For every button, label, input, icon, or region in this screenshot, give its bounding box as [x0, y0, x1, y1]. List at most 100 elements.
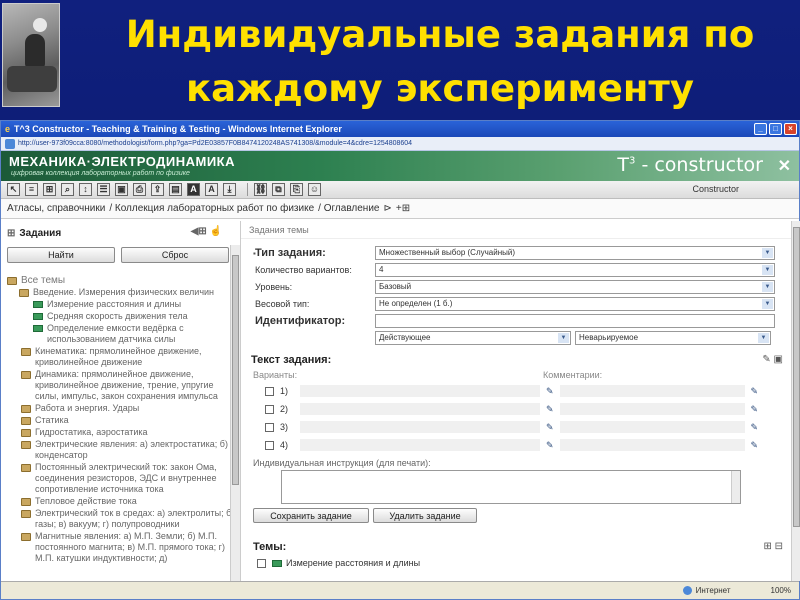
variant-input[interactable] [300, 439, 540, 451]
export-icon[interactable]: ⇪ [151, 183, 164, 196]
pointer-tool-icon[interactable]: ↖ [7, 183, 20, 196]
task-type-select[interactable]: Множественный выбор (Случайный) [375, 246, 775, 260]
themes-label: Темы: [253, 541, 287, 553]
tree-item[interactable]: Электрический ток в средах: а) электроли… [7, 508, 236, 530]
tree-item[interactable]: Все темы [7, 275, 236, 286]
instruction-label: Индивидуальная инструкция (для печати): [253, 458, 431, 468]
tree-item-label: Магнитные явления: а) М.П. Земли; б) М.П… [35, 531, 225, 563]
tree-item[interactable]: Кинематика: прямолинейное движение, крив… [7, 346, 236, 368]
address-bar[interactable]: http://user-973f09cca:8080/methodologist… [1, 137, 799, 151]
wrench-icon[interactable]: ✎ [546, 386, 554, 397]
toolbar: ↖ ≡ ⊞ ⌕ ↕ ☰ ▣ ⎙ ⇪ ▤ A A ⤓ ⛓ ⧉ ⎘ ☺ Constr… [1, 181, 799, 199]
weight-select[interactable]: Не определен (1 б.) [375, 297, 775, 311]
identifier-input[interactable] [375, 314, 775, 328]
document-icon[interactable]: ▤ [169, 183, 182, 196]
instruction-textarea[interactable] [281, 470, 741, 504]
variant-correct-checkbox[interactable] [265, 440, 274, 450]
tree-item[interactable]: Тепловое действие тока [7, 496, 236, 507]
status-select[interactable]: Действующее [375, 331, 571, 345]
save-task-button[interactable]: Сохранить задание [253, 508, 369, 523]
task-editor: Задания темы ▪ Тип задания: Множественны… [241, 221, 800, 581]
copy-icon[interactable]: ⧉ [272, 183, 285, 196]
comments-label: Комментарии: [543, 370, 603, 380]
instruction-scrollbar[interactable] [731, 471, 740, 503]
delete-task-button[interactable]: Удалить задание [373, 508, 477, 523]
variant-correct-checkbox[interactable] [265, 404, 274, 414]
collapse-icon[interactable]: ⊳ [383, 203, 391, 214]
users-icon[interactable]: ☺ [308, 183, 321, 196]
link-icon[interactable]: ⛓ [254, 183, 267, 196]
breadcrumb-item-collection[interactable]: / Коллекция лабораторных работ по физике [109, 203, 314, 214]
comment-input[interactable] [559, 439, 745, 451]
tree-item[interactable]: Магнитные явления: а) М.П. Земли; б) М.П… [7, 531, 236, 564]
tree-item[interactable]: Постоянный электрический ток: закон Ома,… [7, 462, 236, 495]
tree-item-label: Электрический ток в средах: а) электроли… [35, 508, 235, 529]
tree-item[interactable]: Работа и энергия. Удары [7, 403, 236, 414]
panel-actions-icon[interactable]: ◀⊞ ☝ [191, 226, 222, 237]
address-text[interactable]: http://user-973f09cca:8080/methodologist… [18, 140, 412, 147]
wrench-icon[interactable]: ✎ [751, 422, 759, 433]
wrench-icon[interactable]: ✎ [546, 404, 554, 415]
tree-tool-icon[interactable]: ≡ [25, 183, 38, 196]
breadcrumb-item-atlases[interactable]: Атласы, справочники [7, 203, 105, 214]
wrench-icon[interactable]: ✎ [546, 440, 554, 451]
comment-input[interactable] [559, 385, 745, 397]
tasks-panel-title: Задания [19, 227, 62, 239]
tree-item[interactable]: Измерение расстояния и длины [7, 299, 236, 310]
tree-item-label: Динамика: прямолинейное движение, кривол… [35, 369, 218, 401]
variant-correct-checkbox[interactable] [265, 386, 274, 396]
tools-icon[interactable]: ✕ [778, 156, 791, 176]
variant-input[interactable] [300, 421, 540, 433]
wrench-icon[interactable]: ✎ [751, 386, 759, 397]
toolbar-separator [247, 183, 248, 196]
sort-icon[interactable]: ↕ [79, 183, 92, 196]
variation-select[interactable]: Неварьируемое [575, 331, 771, 345]
maximize-button[interactable]: □ [769, 123, 782, 135]
comment-input[interactable] [559, 403, 745, 415]
comment-input[interactable] [559, 421, 745, 433]
tree-item[interactable]: Определение емкости ведёрка с использова… [7, 323, 236, 345]
variant-correct-checkbox[interactable] [265, 422, 274, 432]
variants-list: 1) ✎ ✎ 2) ✎ ✎ 3) ✎ ✎ 4) ✎ ✎ [241, 382, 800, 454]
tree-item-label: Статика [35, 415, 69, 425]
folder-icon [21, 533, 31, 541]
text-a-icon[interactable]: A [187, 183, 200, 196]
tree-item[interactable]: Введение. Измерения физических величин [7, 287, 236, 298]
tree-scrollbar[interactable] [230, 245, 240, 581]
find-button[interactable]: Найти [7, 247, 115, 263]
tree-item-label: Измерение расстояния и длины [47, 299, 182, 309]
variant-input[interactable] [300, 385, 540, 397]
image-icon[interactable]: ▣ [115, 183, 128, 196]
add-branch-icon[interactable]: +⊞ [396, 203, 410, 214]
themes-actions-icon[interactable]: ⊞ ⊟ [763, 541, 783, 552]
tree-item[interactable]: Электрические явления: а) электростатика… [7, 439, 236, 461]
list-icon[interactable]: ☰ [97, 183, 110, 196]
text-a-outline-icon[interactable]: A [205, 183, 218, 196]
reset-button[interactable]: Сброс [121, 247, 229, 263]
wrench-icon[interactable]: ✎ [751, 404, 759, 415]
editor-scrollbar[interactable] [791, 221, 800, 581]
zoom-level[interactable]: 100% [771, 586, 791, 595]
close-button[interactable]: × [784, 123, 797, 135]
variants-count-select[interactable]: 4 [375, 263, 775, 277]
breadcrumb-item-contents[interactable]: / Оглавление [318, 203, 379, 214]
tree-item[interactable]: Средняя скорость движения тела [7, 311, 236, 322]
tree-item[interactable]: Статика [7, 415, 236, 426]
search-icon[interactable]: ⌕ [61, 183, 74, 196]
variants-count-row: Количество вариантов: 4 [241, 262, 800, 278]
identifier-row: Идентификатор: [241, 313, 800, 329]
slide-title: Индивидуальные задания по каждому экспер… [80, 8, 800, 116]
wrench-icon[interactable]: ✎ [751, 440, 759, 451]
level-select[interactable]: Базовый [375, 280, 775, 294]
tree-item[interactable]: Гидростатика, аэростатика [7, 427, 236, 438]
paste-icon[interactable]: ⎘ [290, 183, 303, 196]
theme-checkbox[interactable] [257, 558, 266, 568]
grid-tool-icon[interactable]: ⊞ [43, 183, 56, 196]
tree-item[interactable]: Динамика: прямолинейное движение, кривол… [7, 369, 236, 402]
print-icon[interactable]: ⎙ [133, 183, 146, 196]
edit-text-icon[interactable]: ✎ ▣ [762, 354, 783, 365]
import-icon[interactable]: ⤓ [223, 183, 236, 196]
wrench-icon[interactable]: ✎ [546, 422, 554, 433]
minimize-button[interactable]: _ [754, 123, 767, 135]
variant-input[interactable] [300, 403, 540, 415]
